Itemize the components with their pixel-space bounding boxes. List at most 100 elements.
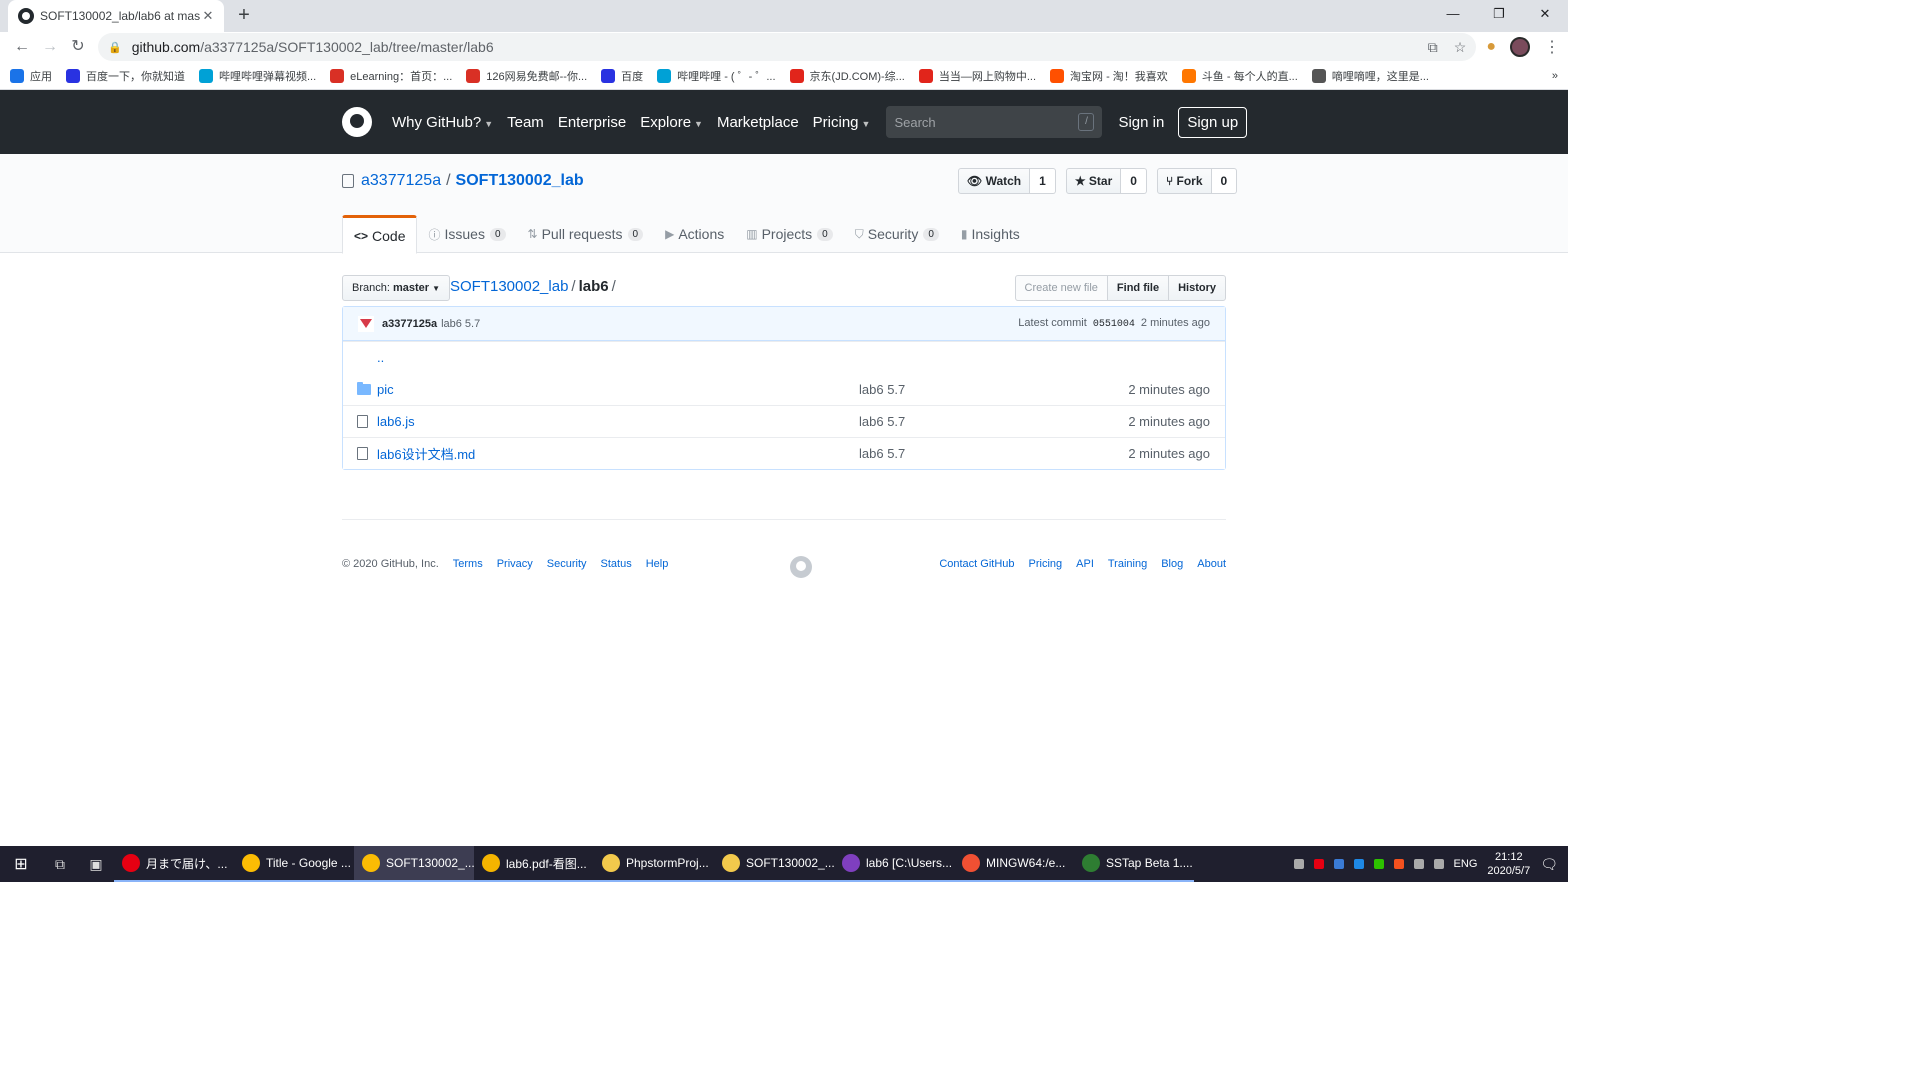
bookmark-item[interactable]: 京东(JD.COM)-综... [789,68,905,84]
file-commit-message[interactable]: lab6 5.7 [859,446,905,461]
wechat-icon[interactable] [1373,859,1384,869]
tab-pull-requests[interactable]: ⇅ Pull requests 0 [517,215,655,253]
volume-icon[interactable] [1433,859,1444,869]
taskbar-app-button[interactable]: Title - Google ... [234,846,354,882]
taskbar-app-button[interactable]: lab6.pdf-看图... [474,846,594,882]
bookmark-star-icon[interactable]: ☆ [1454,39,1467,56]
bookmark-item[interactable]: 百度一下，你就知道 [66,68,185,84]
commit-sha-link[interactable]: 0551004 [1093,319,1135,330]
commit-message[interactable]: lab6 5.7 [441,318,480,330]
repo-owner-link[interactable]: a3377125a [361,172,441,190]
breadcrumb-repo-link[interactable]: SOFT130002_lab [450,278,568,295]
desktop-app-icon[interactable]: ▣ [78,856,114,873]
tray-icon[interactable] [1293,859,1304,869]
watch-button[interactable]: 👁 Watch [958,168,1031,194]
author-avatar[interactable] [358,315,374,332]
bookmark-item[interactable]: eLearning：首页：... [330,68,452,84]
file-name-link[interactable]: lab6.js [377,414,857,429]
menu-kebab-icon[interactable]: ⋮ [1544,37,1560,57]
branch-select[interactable]: Branch: master ▼ [342,275,451,301]
bookmark-item[interactable]: 嘀哩嘀哩，这里是... [1311,68,1429,84]
clock[interactable]: 21:12 2020/5/7 [1487,850,1530,878]
profile-avatar[interactable] [1510,37,1530,57]
translate-icon[interactable]: ⧉ [1428,39,1438,56]
extension-icon[interactable]: ● [1486,38,1496,56]
tray-icon[interactable] [1333,859,1344,869]
tab-security[interactable]: ⛉ Security 0 [844,215,950,253]
footer-link-privacy[interactable]: Privacy [497,558,533,570]
tab-actions[interactable]: ▶ Actions [654,215,735,253]
bookmark-item[interactable]: 哔哩哔哩弹幕视频... [199,68,316,84]
bookmark-item[interactable]: 哔哩哔哩 - ( ゜- ゜... [657,68,776,84]
nav-pricing[interactable]: Pricing ▼ [813,114,871,131]
tab-insights[interactable]: ▮ Insights [950,215,1031,253]
footer-link-blog[interactable]: Blog [1161,558,1183,570]
signin-link[interactable]: Sign in [1118,114,1164,131]
address-bar[interactable]: 🔒 github.com/a3377125a/SOFT130002_lab/tr… [98,33,1477,61]
taskbar-app-button[interactable]: SOFT130002_... [714,846,834,882]
nav-enterprise[interactable]: Enterprise [558,114,626,131]
task-view-icon[interactable]: ⧉ [42,856,78,873]
fork-button[interactable]: ⑂ Fork [1156,168,1212,194]
signup-button[interactable]: Sign up [1178,106,1248,138]
taskbar-app-button[interactable]: PhpstormProj... [594,846,714,882]
taskbar-app-button[interactable]: lab6 [C:\Users... [834,846,954,882]
bookmark-item[interactable]: 斗鱼 - 每个人的直... [1181,68,1298,84]
star-count[interactable]: 0 [1121,168,1147,194]
file-commit-message[interactable]: lab6 5.7 [859,414,905,429]
windows-start-icon[interactable]: ⊞ [0,854,42,874]
footer-link-security[interactable]: Security [547,558,587,570]
footer-link-pricing[interactable]: Pricing [1029,558,1063,570]
close-window-icon[interactable]: ✕ [1522,0,1568,28]
star-button[interactable]: ★ Star [1065,168,1122,194]
bookmark-item[interactable]: 百度 [601,68,643,84]
bookmark-item[interactable]: 淘宝网 - 淘！我喜欢 [1050,68,1168,84]
search-input[interactable]: Search / [886,106,1103,138]
minimize-icon[interactable]: — [1430,0,1476,28]
restore-icon[interactable]: ❐ [1476,0,1522,28]
repo-name-link[interactable]: SOFT130002_lab [456,172,584,190]
reload-icon[interactable]: ↻ [64,33,92,61]
tab-code[interactable]: <> Code [342,215,418,254]
file-name-link[interactable]: lab6设计文档.md [377,444,857,463]
tab-issues[interactable]: ⓘ Issues 0 [417,215,516,253]
tray-icon[interactable] [1393,859,1404,869]
footer-link-about[interactable]: About [1197,558,1226,570]
file-name-link[interactable]: pic [377,382,857,397]
commit-author[interactable]: a3377125a [382,318,437,330]
network-icon[interactable] [1413,859,1424,869]
bookmark-item[interactable]: 当当—网上购物中... [918,68,1036,84]
find-file-button[interactable]: Find file [1106,275,1170,301]
nav-explore[interactable]: Explore ▼ [640,114,703,131]
bluetooth-icon[interactable] [1353,859,1364,869]
more-bookmarks-icon[interactable]: » [1552,70,1558,82]
history-button[interactable]: History [1168,275,1226,301]
github-logo-icon[interactable] [342,107,372,137]
tray-icon[interactable] [1313,859,1324,869]
footer-link-training[interactable]: Training [1108,558,1147,570]
create-new-file-button[interactable]: Create new file [1014,275,1108,301]
footer-link-api[interactable]: API [1076,558,1094,570]
forward-icon[interactable]: → [36,33,64,61]
bookmark-item[interactable]: 126网易免费邮--你... [466,68,587,84]
footer-link-contact-github[interactable]: Contact GitHub [939,558,1014,570]
github-footer-logo-icon[interactable] [790,556,812,578]
input-language[interactable]: ENG [1454,858,1478,870]
back-icon[interactable]: ← [8,33,36,61]
footer-link-terms[interactable]: Terms [453,558,483,570]
new-tab-button[interactable]: + [232,4,256,28]
nav-team[interactable]: Team [507,114,544,131]
fork-count[interactable]: 0 [1211,168,1238,194]
nav-why-github[interactable]: Why GitHub? ▼ [392,114,493,131]
nav-marketplace[interactable]: Marketplace [717,114,799,131]
close-tab-icon[interactable]: ✕ [200,8,216,24]
taskbar-app-button[interactable]: SSTap Beta 1.... [1074,846,1194,882]
bookmark-item[interactable]: 应用 [10,68,52,84]
footer-link-status[interactable]: Status [601,558,632,570]
browser-tab[interactable]: SOFT130002_lab/lab6 at master ✕ [8,0,224,32]
file-commit-message[interactable]: lab6 5.7 [859,382,905,397]
taskbar-app-button[interactable]: 月まで届け、... [114,846,234,882]
watch-count[interactable]: 1 [1030,168,1056,194]
tab-projects[interactable]: ▥ Projects 0 [735,215,843,253]
taskbar-app-button[interactable]: SOFT130002_... [354,846,474,882]
